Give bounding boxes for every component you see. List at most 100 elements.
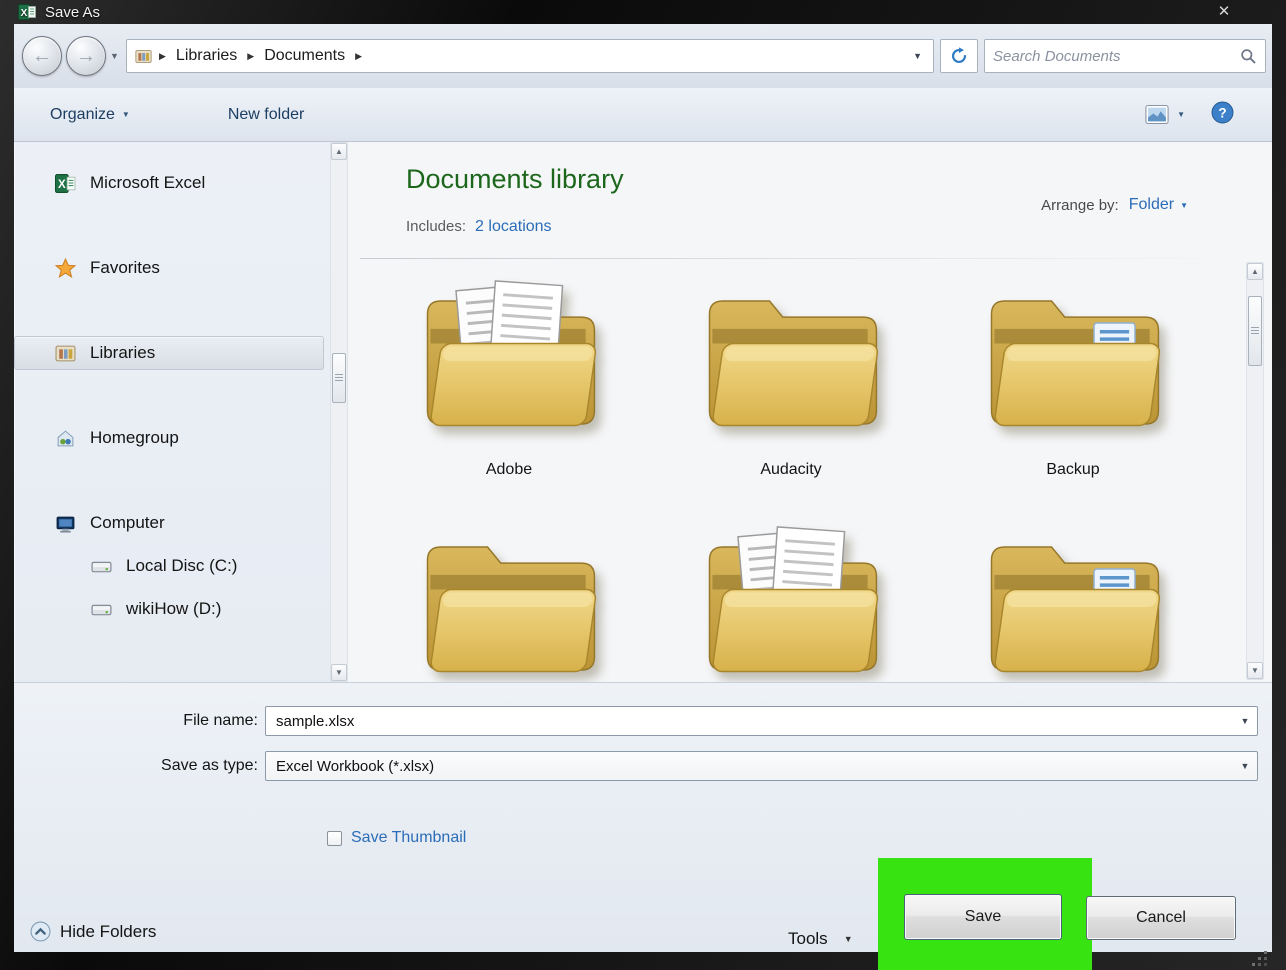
scroll-thumb[interactable] (1248, 296, 1262, 366)
sidebar-item-icon: X (89, 598, 113, 620)
sidebar-item-label: Favorites (90, 258, 160, 278)
command-bar: Organize New folder ? (14, 88, 1272, 142)
sidebar-item[interactable]: X (14, 166, 324, 200)
sidebar-scrollbar[interactable] (330, 142, 348, 682)
folder-icon (971, 276, 1176, 457)
favorites-star-icon (55, 258, 76, 279)
arrange-by-dropdown[interactable]: Folder (1129, 196, 1188, 214)
chevron-down-icon (844, 934, 853, 944)
folder-tile[interactable]: Backup (942, 276, 1204, 479)
folder-icon (971, 522, 1176, 682)
breadcrumb-item-wrap: Libraries (173, 45, 254, 67)
save-button[interactable]: Save (904, 894, 1062, 940)
breadcrumb[interactable]: Libraries Documents (126, 39, 934, 73)
breadcrumb-item[interactable]: Libraries (173, 45, 240, 67)
save-thumbnail-checkbox[interactable] (327, 831, 342, 846)
forward-button[interactable] (66, 36, 106, 76)
folder-name: Audacity (760, 461, 821, 479)
cancel-button[interactable]: Cancel (1086, 896, 1236, 940)
folder-tile[interactable] (378, 522, 640, 682)
help-icon: ? (1211, 101, 1234, 124)
libraries-icon (55, 343, 76, 364)
sidebar: X (14, 142, 330, 682)
search-icon (1240, 48, 1257, 65)
new-folder-button[interactable]: New folder (218, 100, 314, 130)
sidebar-item-label: wikiHow (D:) (126, 599, 221, 619)
sidebar-item[interactable]: X (14, 251, 324, 285)
breadcrumb-separator-icon (247, 50, 254, 62)
sidebar-item[interactable]: X (14, 549, 324, 583)
sidebar-item-icon: X (53, 427, 77, 449)
address-dropdown-icon[interactable] (913, 51, 925, 61)
sidebar-item[interactable]: X (14, 421, 324, 455)
file-list-pane: Documents library Includes: 2 locations … (348, 142, 1272, 682)
hide-folders-button[interactable]: Hide Folders (30, 921, 156, 942)
scroll-up-button[interactable] (1247, 263, 1263, 280)
views-button[interactable] (1145, 105, 1185, 124)
folder-row-1: Adobe Audacity Backup (378, 276, 1204, 479)
history-dropdown-icon[interactable] (110, 51, 119, 61)
scroll-down-button[interactable] (331, 664, 347, 681)
resize-grip[interactable] (1248, 948, 1270, 968)
breadcrumb-item[interactable]: Documents (261, 45, 348, 67)
folder-tile[interactable] (942, 522, 1204, 682)
sidebar-item[interactable]: X (14, 506, 324, 540)
refresh-button[interactable] (940, 39, 978, 73)
save-type-combobox[interactable]: Excel Workbook (*.xlsx) (265, 751, 1258, 781)
sidebar-item-icon: X (53, 172, 77, 194)
folder-tile[interactable]: Adobe (378, 276, 640, 479)
sidebar-item-label: Local Disc (C:) (126, 556, 237, 576)
scroll-down-button[interactable] (1247, 662, 1263, 679)
sidebar-item[interactable]: X (14, 592, 324, 626)
file-list-scrollbar[interactable] (1246, 262, 1264, 680)
breadcrumb-separator-icon (355, 50, 362, 62)
save-thumbnail-label: Save Thumbnail (351, 829, 466, 847)
folder-tile[interactable] (660, 522, 922, 682)
search-box (984, 39, 1266, 73)
views-icon (1145, 105, 1169, 124)
folder-tile[interactable]: Audacity (660, 276, 922, 479)
sidebar-item-icon: X (53, 257, 77, 279)
disk-drive-icon (91, 556, 112, 577)
back-button[interactable] (22, 36, 62, 76)
scroll-up-button[interactable] (331, 143, 347, 160)
save-as-dialog: Libraries Documents (14, 24, 1272, 952)
folder-icon (689, 276, 894, 457)
folder-row-2 (378, 522, 1204, 682)
sidebar-item-label: Microsoft Excel (90, 173, 205, 193)
help-button[interactable]: ? (1211, 101, 1234, 129)
organize-button[interactable]: Organize (40, 100, 140, 130)
svg-text:?: ? (1218, 105, 1226, 120)
library-includes: Includes: 2 locations (406, 218, 552, 236)
tools-button[interactable]: Tools (778, 923, 863, 952)
save-type-dropdown-icon[interactable] (1233, 761, 1257, 771)
arrange-by-value: Folder (1129, 196, 1174, 214)
screen: { "window": { "title": "Save As", "close… (0, 0, 1286, 970)
close-button[interactable]: ✕ (1206, 0, 1242, 22)
tools-label: Tools (788, 929, 828, 949)
folder-icon (689, 522, 894, 682)
window-title: Save As (45, 4, 100, 21)
locations-link[interactable]: 2 locations (475, 218, 552, 236)
titlebar: X Save As (0, 0, 1286, 24)
save-type-value: Excel Workbook (*.xlsx) (266, 758, 1233, 775)
search-input[interactable] (993, 48, 1240, 65)
excel-app-icon: X (18, 3, 36, 21)
computer-icon (55, 513, 76, 534)
excel-icon: X (55, 173, 76, 194)
new-folder-label: New folder (228, 106, 304, 124)
svg-text:X: X (57, 179, 65, 191)
location-icon (135, 48, 152, 65)
chevron-down-icon (122, 110, 130, 119)
folder-icon (407, 522, 612, 682)
sidebar-item[interactable]: X (14, 336, 324, 370)
folder-name: Adobe (486, 461, 532, 479)
breadcrumb-items: Libraries Documents (173, 45, 362, 67)
sidebar-item-icon: X (89, 555, 113, 577)
arrange-by-label: Arrange by: (1041, 197, 1119, 214)
file-name-combobox[interactable] (265, 706, 1258, 736)
file-name-dropdown-icon[interactable] (1233, 716, 1257, 726)
hide-folders-label: Hide Folders (60, 922, 156, 942)
scroll-thumb[interactable] (332, 353, 346, 403)
file-name-input[interactable] (266, 713, 1233, 730)
